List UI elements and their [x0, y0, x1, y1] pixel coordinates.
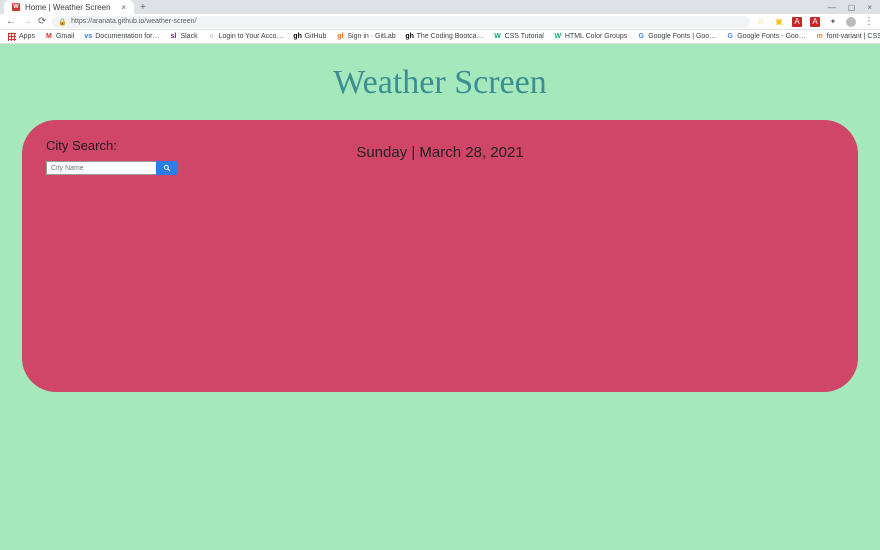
close-icon[interactable]: × — [121, 3, 126, 12]
lock-icon: 🔒 — [58, 18, 67, 26]
bookmark-icon: ○ — [208, 33, 216, 41]
favicon-icon: W — [12, 3, 20, 11]
bookmark-label: GitHub — [305, 33, 327, 40]
forward-button[interactable]: → — [22, 16, 32, 27]
reload-button[interactable]: ⟳ — [38, 16, 46, 27]
profile-avatar[interactable] — [846, 17, 856, 27]
bookmark-icon: sl — [169, 33, 177, 41]
bookmark-label: The Coding Bootca… — [417, 33, 484, 40]
date-display: Sunday | March 28, 2021 — [22, 144, 858, 161]
address-bar: ← → ⟳ 🔒 https://aranata.github.io/weathe… — [0, 14, 880, 30]
window-controls: — ▢ × — [828, 3, 880, 12]
bookmark-label: Apps — [19, 33, 35, 40]
extensions-icon[interactable]: ✦ — [828, 17, 838, 27]
bookmark-item[interactable]: Apps — [8, 33, 35, 41]
bookmark-item[interactable]: GGoogle Fonts - Goo… — [726, 33, 805, 41]
tab-strip: W Home | Weather Screen × + — ▢ × — [0, 0, 880, 14]
bookmark-icon — [8, 33, 16, 41]
bookmark-label: Google Fonts | Goo… — [648, 33, 716, 40]
menu-icon[interactable]: ⋮ — [864, 16, 874, 27]
page-viewport: Weather Screen Sunday | March 28, 2021 C… — [0, 44, 880, 550]
bookmark-label: Slack — [180, 33, 197, 40]
bookmark-item[interactable]: WCSS Tutorial — [494, 33, 544, 41]
new-tab-button[interactable]: + — [140, 2, 146, 13]
search-row — [46, 161, 178, 175]
star-icon[interactable]: ☆ — [756, 17, 766, 27]
bookmarks-bar: Apps MGmail vsDocumentation for… slSlack ○Lo… — [0, 30, 880, 44]
ext-icon-a[interactable]: A — [792, 17, 802, 27]
bookmark-icon: M — [45, 33, 53, 41]
city-search-input[interactable] — [46, 161, 156, 175]
tab-title: Home | Weather Screen — [25, 3, 116, 12]
ext-icon-b[interactable]: A — [810, 17, 820, 27]
bookmark-item[interactable]: slSlack — [169, 33, 197, 41]
bookmark-icon: vs — [84, 33, 92, 41]
bookmark-item[interactable]: ghGitHub — [294, 33, 327, 41]
browser-tab[interactable]: W Home | Weather Screen × — [4, 0, 134, 14]
bookmark-label: Documentation for… — [95, 33, 159, 40]
maximize-icon[interactable]: ▢ — [848, 3, 856, 12]
bookmark-icon: W — [554, 33, 562, 41]
bookmark-item[interactable]: ghThe Coding Bootca… — [406, 33, 484, 41]
bookmark-label: CSS Tutorial — [505, 33, 544, 40]
url-text: https://aranata.github.io/weather-screen… — [71, 18, 196, 25]
page-title: Weather Screen — [0, 44, 880, 120]
bookmark-item[interactable]: vsDocumentation for… — [84, 33, 159, 41]
bookmark-icon: W — [494, 33, 502, 41]
bookmark-icon: m — [816, 33, 824, 41]
bookmark-item[interactable]: MGmail — [45, 33, 74, 41]
bookmark-item[interactable]: ○Login to Your Acco… — [208, 33, 284, 41]
bookmark-icon: gh — [406, 33, 414, 41]
bookmark-label: Gmail — [56, 33, 74, 40]
bookmark-label: HTML Color Groups — [565, 33, 627, 40]
bookmark-icon: gh — [294, 33, 302, 41]
back-button[interactable]: ← — [6, 16, 16, 27]
bookmark-label: font-variant | CSS-T… — [827, 33, 880, 40]
bookmark-item[interactable]: glSign in · GitLab — [336, 33, 395, 41]
toolbar-actions: ☆ ▣ A A ✦ ⋮ — [756, 16, 874, 27]
search-icon — [163, 164, 171, 172]
close-window-icon[interactable]: × — [867, 3, 872, 12]
bookmark-icon: gl — [336, 33, 344, 41]
url-input[interactable]: 🔒 https://aranata.github.io/weather-scre… — [52, 16, 750, 28]
bookmark-label: Sign in · GitLab — [347, 33, 395, 40]
bookmark-label: Google Fonts - Goo… — [737, 33, 805, 40]
search-button[interactable] — [156, 161, 178, 175]
bookmark-item[interactable]: mfont-variant | CSS-T… — [816, 33, 880, 41]
bookmark-item[interactable]: WHTML Color Groups — [554, 33, 627, 41]
minimize-icon[interactable]: — — [828, 3, 836, 12]
bookmark-icon: G — [726, 33, 734, 41]
bookmark-item[interactable]: GGoogle Fonts | Goo… — [637, 33, 716, 41]
translate-icon[interactable]: ▣ — [774, 17, 784, 27]
bookmark-label: Login to Your Acco… — [219, 33, 284, 40]
weather-card: Sunday | March 28, 2021 City Search: — [22, 120, 858, 392]
bookmark-icon: G — [637, 33, 645, 41]
